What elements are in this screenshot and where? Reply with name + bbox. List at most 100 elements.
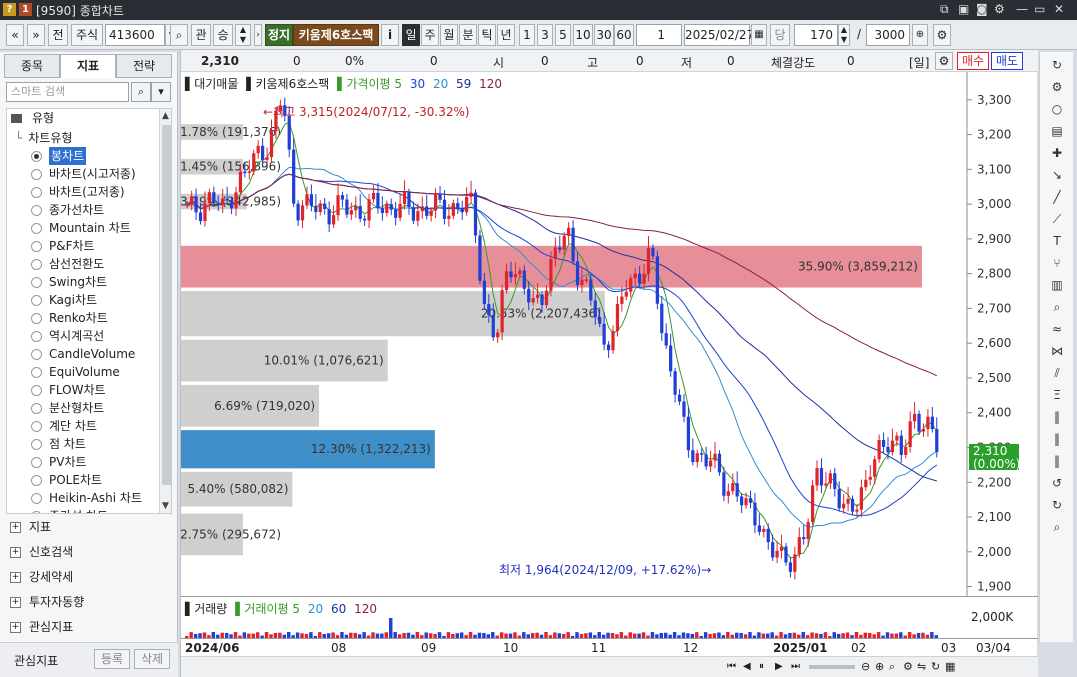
radio-icon[interactable] — [31, 367, 42, 378]
fibonacci-icon[interactable]: ⋈ — [1048, 342, 1066, 360]
chart-type-item[interactable]: 역시계곡선 — [7, 327, 157, 345]
section-signal[interactable]: + 신호검색 — [10, 541, 73, 563]
text-icon[interactable]: T — [1048, 232, 1066, 250]
period-year[interactable]: 년 — [497, 24, 515, 46]
settings-icon[interactable]: ⚙ — [935, 52, 953, 70]
nav-scrollbar[interactable] — [809, 665, 855, 669]
chart-type-item[interactable]: Mountain 차트 — [7, 219, 157, 237]
save-icon[interactable]: ▣ — [958, 2, 969, 16]
scroll-thumb[interactable] — [162, 125, 171, 485]
wave-icon[interactable]: ≈ — [1048, 320, 1066, 338]
link-icon[interactable]: ⧉ — [940, 2, 949, 17]
period-tick[interactable]: 틱 — [478, 24, 496, 46]
minimize-icon[interactable]: — — [1016, 2, 1028, 16]
collapse-left-icon[interactable]: « — [6, 24, 24, 46]
calendar-icon[interactable]: ▦ — [751, 24, 767, 46]
radio-icon[interactable] — [31, 439, 42, 450]
register-button[interactable]: 등록 — [94, 649, 130, 669]
radio-icon[interactable] — [31, 223, 42, 234]
chart-type-item[interactable]: 삼선전환도 — [7, 255, 157, 273]
scroll-down-icon[interactable]: ▼ — [162, 501, 169, 511]
market-select[interactable]: 주식 — [71, 24, 103, 46]
zoom-in-icon[interactable]: ⊕ — [912, 24, 928, 46]
chart-type-item[interactable]: Kagi차트 — [7, 291, 157, 309]
buy-button[interactable]: 매수 — [957, 52, 989, 70]
chart-type-item[interactable]: 바차트(고저종) — [7, 183, 157, 201]
tab-indicator[interactable]: 지표 — [60, 54, 116, 78]
period-minute[interactable]: 분 — [459, 24, 477, 46]
chart-type-item[interactable]: 주가선 차트 — [7, 507, 157, 513]
smart-search-input[interactable]: 스마트 검색 — [6, 82, 129, 102]
nav-prev-icon[interactable]: ◀ — [743, 661, 751, 672]
subgroup-chart-type[interactable]: └ 차트유형 — [15, 129, 72, 147]
radio-icon[interactable] — [31, 187, 42, 198]
chart-type-item[interactable]: 종가선차트 — [7, 201, 157, 219]
radio-icon[interactable] — [31, 511, 42, 513]
grid-icon[interactable]: ▦ — [945, 660, 955, 673]
stock-code-input[interactable]: 413600 — [105, 24, 165, 46]
radio-icon[interactable] — [31, 421, 42, 432]
zigzag-icon[interactable]: Ξ — [1048, 386, 1066, 404]
radio-icon[interactable] — [31, 475, 42, 486]
compare-icon[interactable]: ⇋ — [917, 660, 926, 673]
radio-icon[interactable] — [31, 205, 42, 216]
restore-icon[interactable]: ▭ — [1034, 2, 1045, 16]
scroll-up-icon[interactable]: ▲ — [162, 111, 169, 121]
section-strength[interactable]: + 강세약세 — [10, 566, 73, 588]
pointer-icon[interactable]: ↘ — [1048, 166, 1066, 184]
count-input[interactable]: 170 — [794, 24, 838, 46]
tab-stock[interactable]: 종목 — [4, 54, 60, 78]
bars3-icon[interactable]: ‖ — [1048, 452, 1066, 470]
chart-type-item[interactable]: 분산형차트 — [7, 399, 157, 417]
chart-type-item[interactable]: POLE차트 — [7, 471, 157, 489]
zoom-in-icon[interactable]: ⊕ — [875, 660, 884, 673]
channel-icon[interactable]: ⫽ — [1048, 364, 1066, 382]
chart-type-item[interactable]: Heikin-Ashi 차트 — [7, 489, 157, 507]
chart-type-item[interactable]: EquiVolume — [7, 363, 157, 381]
prev-button[interactable]: 전 — [48, 24, 68, 46]
radio-icon[interactable] — [31, 313, 42, 324]
group-type[interactable]: 유형 — [11, 109, 54, 127]
radio-icon[interactable] — [31, 151, 42, 162]
close-icon[interactable]: ✕ — [1054, 2, 1064, 16]
radio-icon[interactable] — [31, 277, 42, 288]
up-down-spinner[interactable]: ▲ ▼ — [235, 24, 251, 46]
interval-3[interactable]: 3 — [537, 24, 553, 46]
period-week[interactable]: 주 — [421, 24, 439, 46]
search-icon[interactable]: ⌕ — [131, 82, 151, 102]
refresh-icon[interactable]: ↻ — [1048, 56, 1066, 74]
interval-60[interactable]: 60 — [614, 24, 634, 46]
pane-divider[interactable] — [181, 596, 1038, 597]
nav-first-icon[interactable]: ⏮ — [727, 661, 736, 672]
settings-icon[interactable]: ⚙ — [903, 660, 913, 673]
nav-next-icon[interactable]: ▶ — [775, 661, 783, 672]
bars2-icon[interactable]: ‖ — [1048, 430, 1066, 448]
chart-type-item[interactable]: 점 차트 — [7, 435, 157, 453]
search-icon[interactable]: ⌕ — [170, 24, 188, 46]
radio-icon[interactable] — [31, 385, 42, 396]
search-icon[interactable]: ⌕ — [889, 660, 895, 674]
undo-icon[interactable]: ↺ — [1048, 474, 1066, 492]
cross-icon[interactable]: ✚ — [1048, 144, 1066, 162]
camera-icon[interactable]: ◙ — [976, 2, 988, 16]
arrow-small-icon[interactable]: › — [254, 24, 262, 46]
radio-icon[interactable] — [31, 169, 42, 180]
fork-icon[interactable]: ⑂ — [1048, 254, 1066, 272]
bar-chart-icon[interactable]: ▤ — [1048, 122, 1066, 140]
radio-icon[interactable] — [31, 331, 42, 342]
radio-icon[interactable] — [31, 241, 42, 252]
dang-button[interactable]: 당 — [770, 24, 790, 46]
dropdown-icon[interactable]: ▾ — [151, 82, 171, 102]
info-icon[interactable]: i — [381, 24, 399, 46]
chart-type-item[interactable]: CandleVolume — [7, 345, 157, 363]
settings-icon[interactable]: ⚙ — [1048, 78, 1066, 96]
volume-chart[interactable] — [181, 616, 965, 638]
chart-type-item[interactable]: Swing차트 — [7, 273, 157, 291]
tab-strategy[interactable]: 전략 — [116, 54, 172, 78]
settings-icon[interactable]: ⚙ — [994, 2, 1005, 16]
chart-type-item[interactable]: PV차트 — [7, 453, 157, 471]
period-month[interactable]: 월 — [440, 24, 458, 46]
delete-button[interactable]: 삭제 — [134, 649, 170, 669]
redo-icon[interactable]: ↻ — [1048, 496, 1066, 514]
nav-last-icon[interactable]: ⏭ — [791, 661, 800, 672]
